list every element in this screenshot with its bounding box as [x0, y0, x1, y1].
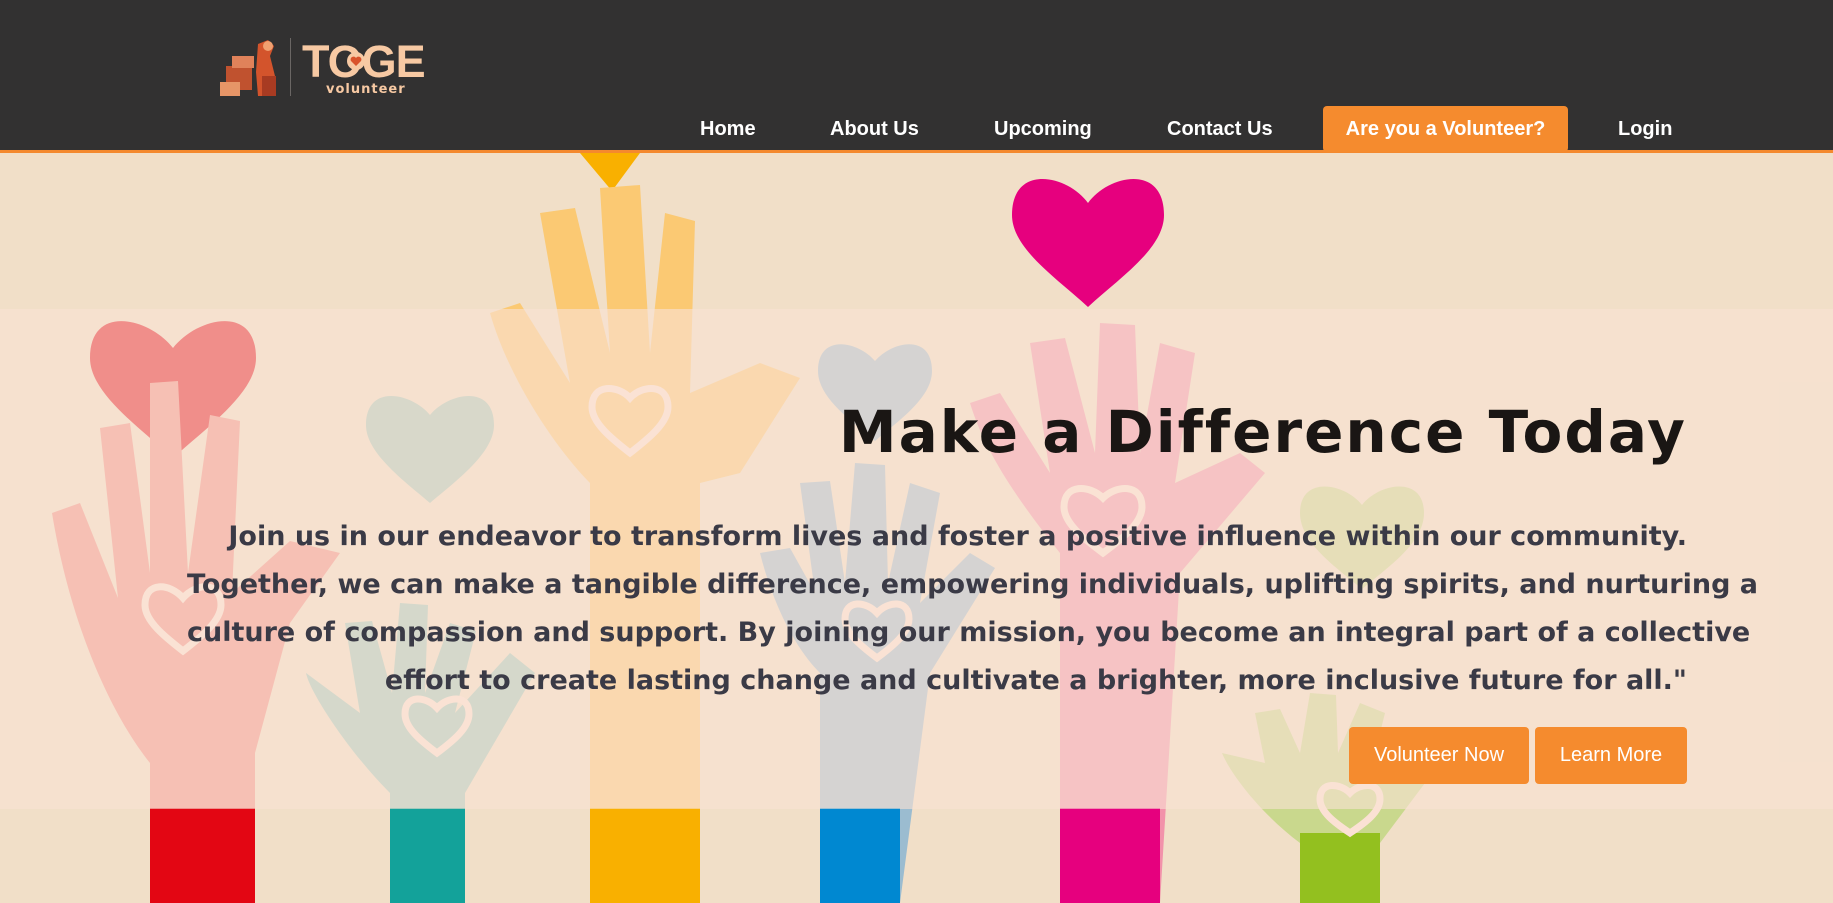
hero-line: Together, we can make a tangible differe…	[187, 569, 1759, 600]
hero-title: Make a Difference Today	[838, 398, 1687, 466]
hero-description: Join us in our endeavor to transform liv…	[187, 513, 1759, 705]
volunteer-cta-button[interactable]: Are you a Volunteer?	[1323, 106, 1568, 152]
nav-about-us[interactable]: About Us	[830, 118, 919, 141]
hero-line: culture of compassion and support. By jo…	[187, 617, 1751, 648]
main-nav: Home About Us Upcoming Contact Us Are yo…	[0, 106, 1833, 152]
site-header: TOGE volunteer Home About Us Upcoming Co…	[0, 0, 1833, 153]
nav-login[interactable]: Login	[1618, 118, 1672, 141]
volunteer-figure-icon	[220, 40, 276, 96]
learn-more-button[interactable]: Learn More	[1535, 727, 1687, 784]
heart-icon	[347, 52, 365, 70]
hero-line: Join us in our endeavor to transform liv…	[228, 521, 1687, 552]
hero-section: Make a Difference Today Join us in our e…	[0, 153, 1833, 903]
nav-upcoming[interactable]: Upcoming	[994, 118, 1092, 141]
nav-home[interactable]: Home	[700, 118, 756, 141]
hero-line: effort to create lasting change and cult…	[384, 665, 1687, 696]
brand-logo[interactable]: TOGE volunteer	[218, 36, 430, 100]
nav-contact-us[interactable]: Contact Us	[1167, 118, 1273, 141]
logo-divider	[290, 38, 291, 96]
brand-subtitle: volunteer	[326, 82, 406, 97]
volunteer-now-button[interactable]: Volunteer Now	[1349, 727, 1529, 784]
